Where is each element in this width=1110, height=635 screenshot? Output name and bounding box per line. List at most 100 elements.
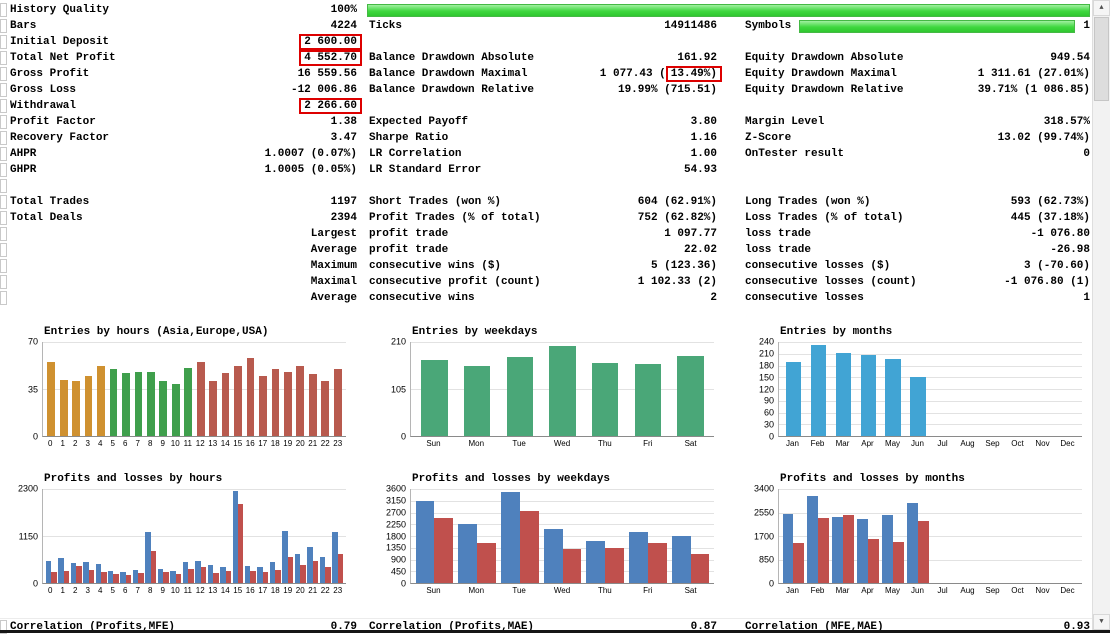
bar bbox=[246, 358, 255, 436]
x-tick-label: 5 bbox=[110, 586, 115, 595]
bar-slot bbox=[269, 342, 281, 436]
bar-slot bbox=[1005, 489, 1030, 583]
bar bbox=[171, 383, 180, 436]
stat-label: consecutive losses (count) bbox=[745, 276, 917, 288]
stat-label: profit trade bbox=[369, 244, 449, 256]
stat-value: 2 bbox=[710, 292, 717, 304]
x-tick-label: 10 bbox=[170, 586, 180, 595]
bar-slot bbox=[219, 489, 232, 583]
x-tick-label: 15 bbox=[233, 586, 243, 595]
stat-value: 604 (62.91%) bbox=[637, 196, 717, 208]
bar-slot bbox=[82, 342, 94, 436]
x-tick-label: 9 bbox=[160, 586, 165, 595]
stat-value: 949.54 bbox=[1050, 52, 1090, 64]
x-tick-label: 1 bbox=[60, 586, 65, 595]
row-gutter bbox=[0, 291, 7, 305]
x-tick-label: 8 bbox=[148, 586, 153, 595]
x-tick-label: Nov bbox=[1035, 586, 1050, 595]
y-tick-label: 210 bbox=[390, 336, 406, 347]
stat-cell-2 bbox=[359, 98, 721, 114]
bar-slot bbox=[331, 489, 344, 583]
row-gutter bbox=[0, 35, 7, 49]
profit-bar bbox=[629, 532, 648, 583]
x-axis-spacer bbox=[384, 437, 410, 451]
stat-value: 593 (62.73%) bbox=[1010, 196, 1090, 208]
stat-label: OnTester result bbox=[745, 148, 845, 160]
stat-cell-1: Recovery Factor 3.47 bbox=[7, 130, 359, 146]
loss-bar bbox=[793, 542, 805, 583]
y-tick-label: 120 bbox=[758, 384, 774, 394]
x-tick-label: Mar bbox=[835, 586, 850, 595]
x-tick-label: 19 bbox=[283, 586, 293, 595]
quality-bar-cell bbox=[359, 2, 1092, 18]
stat-label: Total Net Profit bbox=[10, 52, 116, 64]
stat-label: Gross Profit bbox=[10, 68, 90, 80]
table-row: AHPR 1.0007 (0.07%) LR Correlation 1.00 OnTe… bbox=[0, 146, 1092, 162]
stat-cell-3: Equity Drawdown Absolute 949.54 bbox=[721, 50, 1092, 66]
stat-cell-1: Largest bbox=[7, 226, 359, 242]
bars-layer bbox=[779, 489, 1082, 583]
x-tick-label: Mar bbox=[835, 439, 850, 448]
profit-bar bbox=[782, 513, 794, 583]
loss-bar bbox=[101, 572, 107, 583]
bar-slot bbox=[1055, 489, 1080, 583]
chart-body: 70 35 0 bbox=[16, 337, 346, 441]
bar-slot bbox=[627, 342, 670, 436]
y-tick-label: 105 bbox=[390, 384, 406, 394]
scroll-up-button[interactable]: ▲ bbox=[1093, 0, 1110, 16]
stat-cell-3: Equity Drawdown Maximal 1 311.61 (27.01%) bbox=[721, 66, 1092, 82]
plot-area bbox=[42, 489, 346, 584]
stat-label: Withdrawal bbox=[10, 100, 77, 112]
bar bbox=[296, 366, 305, 436]
loss-bar bbox=[200, 567, 207, 583]
x-tick-label: 3 bbox=[85, 439, 90, 448]
vertical-scrollbar[interactable]: ▲ ▼ bbox=[1092, 0, 1110, 633]
x-tick-label: 21 bbox=[308, 439, 318, 448]
x-tick-label: Jun bbox=[911, 439, 924, 448]
bar bbox=[122, 372, 130, 436]
bar-slot bbox=[95, 489, 107, 583]
bar-slot bbox=[906, 342, 931, 436]
stat-label: Ticks bbox=[369, 20, 403, 32]
bar-slot bbox=[669, 489, 712, 583]
x-tick-label: 0 bbox=[48, 586, 53, 595]
bar-slot bbox=[319, 342, 331, 436]
bar-slot bbox=[132, 489, 144, 583]
bar-slot bbox=[120, 342, 132, 436]
table-row: Gross Loss -12 006.86 Balance Drawdown Rel… bbox=[0, 82, 1092, 98]
stat-value: Largest bbox=[310, 228, 357, 240]
stat-value: 161.92 bbox=[677, 52, 717, 64]
x-tick-label: Thu bbox=[597, 439, 612, 448]
bar-slot bbox=[57, 342, 69, 436]
x-tick-label: Feb bbox=[810, 586, 825, 595]
bar-slot bbox=[456, 342, 499, 436]
bar-slot bbox=[294, 342, 306, 436]
x-labels: Sun Mon Tue Wed Thu Fri Sat bbox=[410, 584, 714, 598]
stat-cell-2: consecutive profit (count) 1 102.33 (2) bbox=[359, 274, 721, 290]
stat-value: 2394 bbox=[330, 212, 357, 224]
stat-cell-3: Long Trades (won %) 593 (62.73%) bbox=[721, 194, 1092, 210]
x-tick-label: Fri bbox=[643, 586, 653, 595]
stat-label: Bars bbox=[10, 20, 37, 32]
y-tick-label: 30 bbox=[763, 419, 774, 430]
bar-slot bbox=[980, 489, 1005, 583]
stat-cell-1: Initial Deposit 2 600.00 bbox=[7, 34, 362, 50]
x-tick-label: Mon bbox=[468, 586, 485, 595]
scroll-down-button[interactable]: ▼ bbox=[1093, 614, 1110, 630]
plot-area bbox=[410, 489, 714, 584]
bar-slot bbox=[584, 342, 627, 436]
stat-label: consecutive profit (count) bbox=[369, 276, 541, 288]
y-tick-label: 0 bbox=[768, 431, 774, 442]
entries-by-weekdays-chart: Entries by weekdays 210 105 0 Sun Mon Tue Wed Th… bbox=[384, 326, 714, 451]
x-labels: Sun Mon Tue Wed Thu Fri Sat bbox=[410, 437, 714, 451]
stat-cell-3 bbox=[721, 34, 1092, 50]
x-tick-label: 13 bbox=[208, 586, 218, 595]
stat-value: 1.0005 (0.05%) bbox=[264, 164, 357, 176]
scrollbar-thumb[interactable] bbox=[1094, 17, 1109, 101]
chart-body: 210 105 0 bbox=[384, 337, 714, 441]
y-tick-label: 900 bbox=[390, 554, 406, 565]
y-axis: 3400 2550 1700 850 0 bbox=[752, 484, 778, 588]
x-tick-label: Jul bbox=[937, 439, 948, 448]
bar bbox=[549, 345, 576, 436]
bar bbox=[506, 356, 534, 436]
